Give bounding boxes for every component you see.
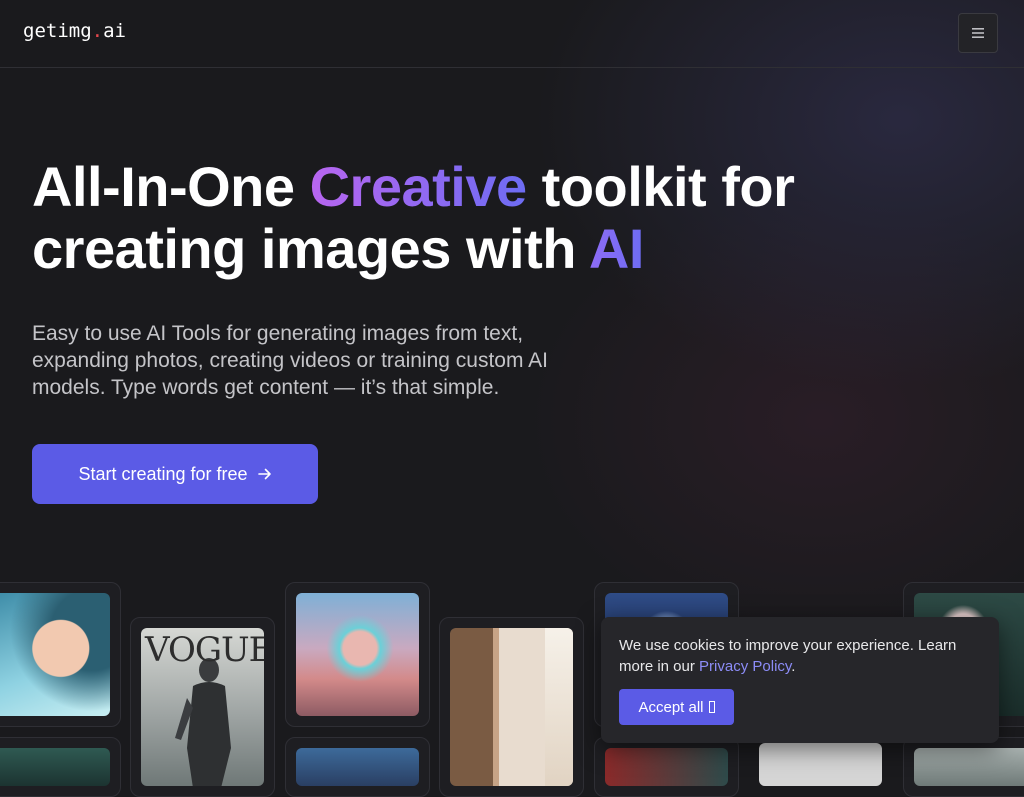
title-highlight-creative: Creative: [309, 155, 528, 218]
gallery-card-sphere[interactable]: [285, 582, 430, 727]
sphere-image: [296, 593, 419, 716]
start-creating-label: Start creating for free: [78, 463, 248, 484]
logo[interactable]: getimg.ai: [23, 20, 126, 42]
hamburger-icon: [972, 28, 984, 38]
teal-image: [0, 748, 110, 786]
privacy-policy-link[interactable]: Privacy Policy: [699, 658, 791, 675]
gallery-card-interior[interactable]: [439, 617, 584, 797]
red-image: [605, 748, 728, 786]
gallery-card-vogue[interactable]: VOGUE: [130, 617, 275, 797]
menu-button[interactable]: [958, 13, 998, 53]
start-creating-button[interactable]: Start creating for free: [32, 444, 318, 504]
blue-image: [296, 748, 419, 786]
vogue-title: VOGUE: [145, 630, 264, 670]
cookie-banner: We use cookies to improve your experienc…: [601, 617, 999, 743]
accept-all-label: Accept all: [638, 698, 704, 716]
window-light: [545, 628, 573, 786]
vogue-cover-image: VOGUE: [141, 628, 264, 786]
accept-all-button[interactable]: Accept all: [619, 689, 734, 725]
gallery-card-bottom-right-mid[interactable]: [594, 737, 739, 797]
portrait-image: [0, 593, 110, 716]
title-highlight-ai: AI: [588, 217, 645, 280]
hero-title: All-In-One Creative toolkit for creating…: [32, 155, 795, 280]
interior-image: [450, 628, 573, 786]
grey-image: [914, 748, 1024, 786]
missing-glyph-icon: [708, 701, 715, 713]
sketch-image: [759, 743, 882, 786]
cookie-message: We use cookies to improve your experienc…: [619, 637, 957, 675]
gallery-card-portrait[interactable]: [0, 582, 121, 727]
hero-subtitle: Easy to use AI Tools for generating imag…: [32, 322, 548, 399]
gallery-card-bottom-left[interactable]: [0, 737, 121, 797]
gallery-card-bottom-mid[interactable]: [285, 737, 430, 797]
gallery-card-bottom-right[interactable]: [903, 737, 1024, 797]
top-navbar: getimg.ai: [0, 0, 1024, 68]
arrow-right-icon: [257, 468, 271, 480]
